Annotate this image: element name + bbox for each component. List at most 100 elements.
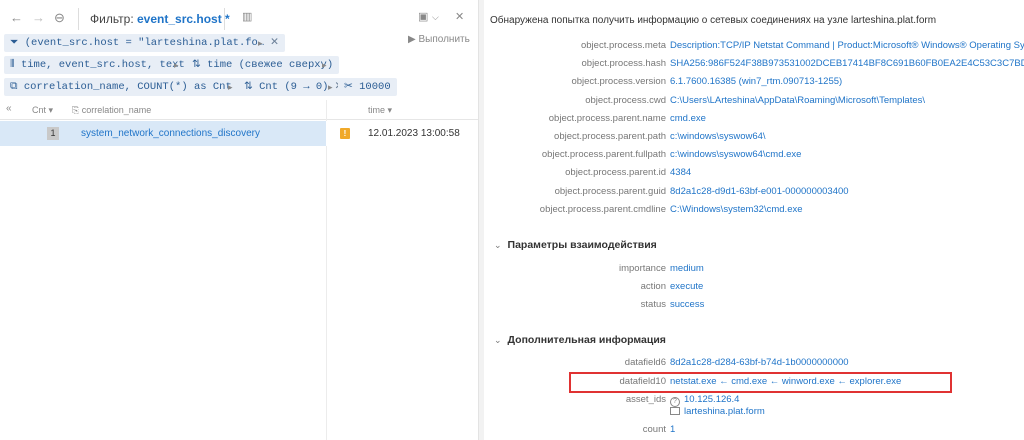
column-divider xyxy=(326,100,327,440)
chevron-right-icon[interactable]: ▸ xyxy=(322,60,327,71)
column-header-correlation[interactable]: ⎘ correlation_name xyxy=(72,105,151,116)
chevron-right-icon[interactable]: ▸ xyxy=(228,82,233,93)
field-key: object.process.meta xyxy=(580,40,666,51)
field-value[interactable]: 6.1.7600.16385 (win7_rtm.090713-1255) xyxy=(670,76,1024,87)
field-row: action execute xyxy=(484,281,1024,299)
query-pane: ← → ⊖ Фильтр: event_src.host * ▥ ▣ ⌵ ✕ ⏷… xyxy=(0,0,478,440)
field-key: object.process.parent.fullpath xyxy=(541,149,666,161)
field-value[interactable]: 4384 xyxy=(670,167,1024,178)
sort2-chip-label: Cnt (9 → 0) xyxy=(259,81,329,93)
chevron-right-icon[interactable]: ▸ xyxy=(258,38,263,49)
field-value[interactable]: success xyxy=(670,299,1024,310)
section-additional[interactable]: ⌄ Дополнительная информация xyxy=(494,334,666,346)
correlation-cell: system_network_connections_discovery xyxy=(81,128,260,139)
run-label: Выполнить xyxy=(418,34,470,45)
chevron-down-icon: ⌄ xyxy=(494,335,502,345)
field-value[interactable]: 8d2a1c28-d284-63bf-b74d-1b0000000000 xyxy=(670,357,1024,368)
field-row: object.process.parent.cmdline C:\Windows\… xyxy=(484,204,1024,222)
warning-icon: ! xyxy=(340,128,350,139)
sort-chip-label: time (свежее сверху) xyxy=(207,59,334,71)
highlight-box xyxy=(569,372,952,393)
field-row: object.process.meta Description:TCP/IP Ne… xyxy=(484,40,1024,58)
section-interaction[interactable]: ⌄ Параметры взаимодействия xyxy=(494,239,657,251)
field-key: object.process.parent.id xyxy=(565,167,666,179)
field-key: object.process.parent.name xyxy=(548,112,666,124)
columns-chip[interactable]: ⦀ time, event_src.host, text xyxy=(4,56,191,74)
field-row: object.process.parent.path c:\windows\sys… xyxy=(484,131,1024,149)
field-key: status xyxy=(640,299,666,311)
columns-icon: ⦀ xyxy=(10,59,15,71)
sort-icon: ⇅ xyxy=(192,59,201,71)
field-value[interactable]: 8d2a1c28-d9d1-63bf-e001-000000003400 xyxy=(670,186,1024,197)
run-button[interactable]: ▶ Выполнить xyxy=(408,34,470,45)
query-toolbar: ← → ⊖ Фильтр: event_src.host * ▥ ▣ ⌵ ✕ xyxy=(0,0,478,36)
forward-arrow-icon[interactable]: → xyxy=(32,10,45,25)
field-row: status success xyxy=(484,299,1024,317)
filter-funnel-icon: ⏷ xyxy=(10,37,19,49)
table-row[interactable]: 1 system_network_connections_discovery xyxy=(0,121,326,146)
chevron-right-icon[interactable]: ▸ xyxy=(328,82,333,93)
field-row: object.process.version 6.1.7600.16385 (wi… xyxy=(484,76,1024,94)
sort-chip[interactable]: ⇅ time (свежее сверху) xyxy=(186,56,340,74)
field-value[interactable]: C:\Users\LArteshina\AppData\Roaming\Micr… xyxy=(670,95,1024,106)
grid-header: « Cnt ▾ ⎘ correlation_name time ▾ xyxy=(0,100,478,120)
chevron-down-icon: ⌄ xyxy=(494,240,502,250)
collapse-icon[interactable]: « xyxy=(6,103,12,114)
field-value[interactable]: 1 xyxy=(670,424,1024,435)
event-headline: Обнаружена попытка получить информацию о… xyxy=(490,15,937,26)
time-cell: 12.01.2023 13:00:58 xyxy=(368,128,460,139)
chart-icon[interactable]: ▥ xyxy=(242,10,252,23)
field-key: importance xyxy=(619,263,666,274)
table-row-time[interactable]: ! 12.01.2023 13:00:58 xyxy=(326,121,478,146)
toolbar-divider xyxy=(78,8,79,30)
columns-chip-label: time, event_src.host, text xyxy=(20,59,185,71)
time-header-label: time xyxy=(368,105,386,115)
back-arrow-icon[interactable]: ← xyxy=(10,10,23,25)
field-value[interactable]: Description:TCP/IP Netstat Command | Pro… xyxy=(670,40,1024,51)
group-chip-label: correlation_name, COUNT(*) as Cnt xyxy=(23,81,232,93)
scissors-icon: ✂ xyxy=(344,81,353,93)
field-value[interactable]: cmd.exe xyxy=(670,113,1024,124)
section-interaction-label: Параметры взаимодействия xyxy=(507,239,657,251)
limit-chip-label: 10000 xyxy=(359,81,391,93)
field-value[interactable]: C:\Windows\system32\cmd.exe xyxy=(670,204,1024,215)
asset-ip: 10.125.126.4 xyxy=(684,394,740,405)
cnt-header-label: Cnt xyxy=(32,105,47,115)
monitor-icon xyxy=(670,407,680,415)
save-icon[interactable]: ▣ xyxy=(418,10,428,23)
filter-chip[interactable]: ⏷ (event_src.host = "larteshina.plat.fo…… xyxy=(4,34,285,52)
filter-prefix: Фильтр: xyxy=(90,12,134,26)
field-key: object.process.parent.guid xyxy=(554,185,666,197)
field-value[interactable]: c:\windows\syswow64\cmd.exe xyxy=(670,149,1024,160)
field-key: object.process.version xyxy=(571,76,666,88)
field-row: importance medium xyxy=(484,263,1024,281)
filter-chip-label: (event_src.host = "larteshina.plat.fo… xyxy=(24,37,265,49)
field-key: object.process.cwd xyxy=(585,94,666,106)
remove-chip-icon[interactable]: ✕ xyxy=(270,37,279,49)
close-icon[interactable]: ✕ xyxy=(455,10,464,23)
field-row: larteshina.plat.form xyxy=(484,406,1024,424)
field-value[interactable]: execute xyxy=(670,281,1024,292)
section-additional-label: Дополнительная информация xyxy=(507,334,666,346)
chevron-right-icon[interactable]: ▸ xyxy=(174,60,179,71)
group-chip[interactable]: ⧉ correlation_name, COUNT(*) as Cnt✕ xyxy=(4,78,253,96)
field-row: object.process.hash SHA256:986F524F38B973… xyxy=(484,58,1024,76)
field-row: object.process.parent.guid 8d2a1c28-d9d1-… xyxy=(484,186,1024,204)
column-header-time[interactable]: time ▾ xyxy=(368,105,392,116)
field-row: object.process.parent.fullpath c:\windows… xyxy=(484,149,1024,167)
filter-title[interactable]: Фильтр: event_src.host * xyxy=(90,12,230,26)
field-value[interactable]: medium xyxy=(670,263,1024,274)
field-key: action xyxy=(640,281,666,293)
limit-chip[interactable]: ✂ 10000 xyxy=(338,78,397,96)
field-row: count 1 xyxy=(484,424,1024,440)
chevron-down-icon[interactable]: ⌵ xyxy=(432,12,439,23)
history-icon[interactable]: ⊖ xyxy=(54,10,65,26)
field-row: object.process.parent.name cmd.exe xyxy=(484,113,1024,131)
asset-host: larteshina.plat.form xyxy=(684,406,765,417)
toolbar-divider xyxy=(224,8,225,30)
field-value[interactable]: c:\windows\syswow64\ xyxy=(670,131,1024,142)
column-header-cnt[interactable]: Cnt ▾ xyxy=(32,105,53,116)
group-icon: ⧉ xyxy=(10,81,18,93)
field-value[interactable]: SHA256:986F524F38B973531002DCEB17414BF8C… xyxy=(670,58,1024,69)
field-value-host[interactable]: larteshina.plat.form xyxy=(670,406,1024,417)
